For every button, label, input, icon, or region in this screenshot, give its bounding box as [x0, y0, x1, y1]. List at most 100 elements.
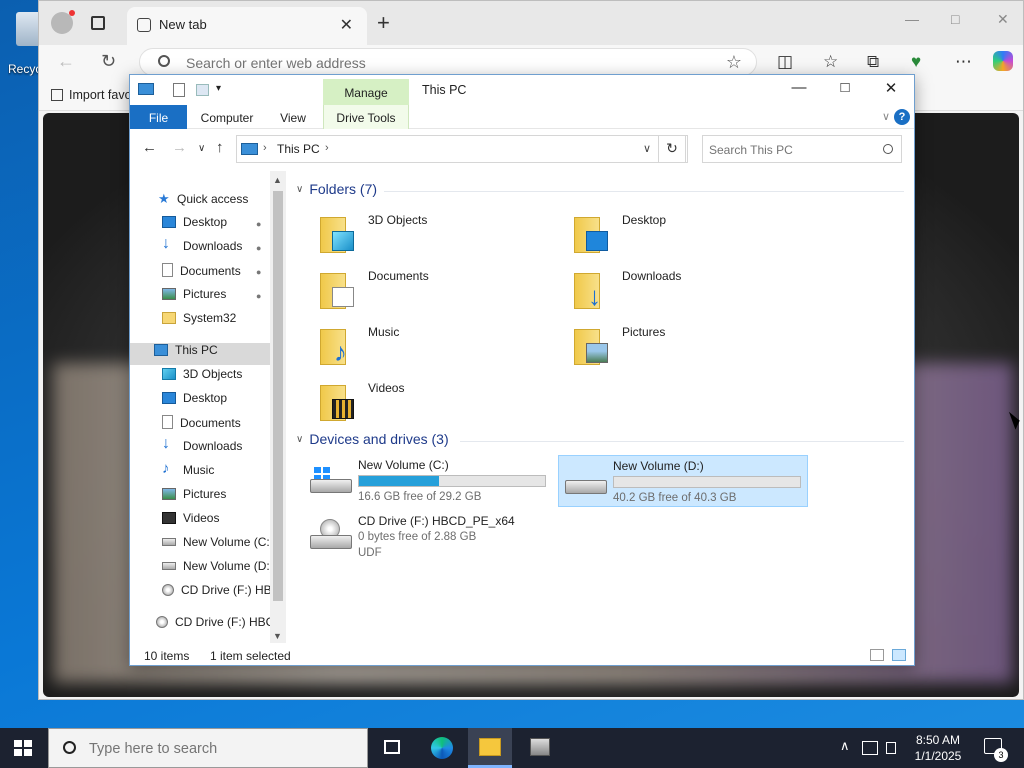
- recent-locations-chevron-icon[interactable]: ∨: [198, 143, 205, 154]
- search-box[interactable]: [702, 135, 902, 163]
- address-bar[interactable]: ☆: [139, 48, 757, 76]
- favorites-icon[interactable]: ☆: [823, 52, 838, 72]
- sidebar-item-documents[interactable]: Documents ●: [162, 263, 286, 285]
- task-view-button[interactable]: [370, 728, 414, 768]
- drive-d[interactable]: New Volume (D:) 40.2 GB free of 40.3 GB: [558, 455, 808, 507]
- drive-c[interactable]: New Volume (C:) 16.6 GB free of 29.2 GB: [304, 455, 554, 507]
- split-screen-icon[interactable]: ◫: [777, 52, 793, 72]
- devices-group-header[interactable]: ∨ Devices and drives (3): [296, 431, 449, 447]
- folder-pictures[interactable]: Pictures: [558, 323, 798, 369]
- setup-taskbar-button[interactable]: [518, 728, 562, 768]
- browser-back-button[interactable]: ←: [57, 51, 75, 72]
- import-icon: [51, 89, 63, 101]
- tab-drive-tools[interactable]: Drive Tools: [323, 105, 409, 129]
- explorer-minimize-button[interactable]: —: [776, 79, 822, 103]
- properties-icon[interactable]: [173, 83, 185, 97]
- start-button[interactable]: [14, 740, 32, 756]
- network-icon[interactable]: [862, 741, 878, 755]
- edge-taskbar-button[interactable]: [420, 728, 464, 768]
- sidebar-item-volume-c[interactable]: New Volume (C:): [162, 535, 270, 557]
- breadcrumb-separator[interactable]: ›: [263, 142, 267, 154]
- folder-3d-objects[interactable]: 3D Objects: [304, 211, 544, 257]
- address-input[interactable]: [186, 53, 706, 73]
- folder-music[interactable]: Music: [304, 323, 544, 369]
- navigation-pane: ★Quick access Desktop● Downloads● Docume…: [130, 171, 286, 643]
- taskbar-search-box[interactable]: [48, 728, 368, 768]
- breadcrumb-this-pc[interactable]: This PC: [277, 142, 320, 156]
- more-options-icon[interactable]: ⋯: [955, 52, 972, 72]
- scroll-up-icon[interactable]: ▲: [273, 175, 282, 185]
- sidebar-item-music[interactable]: Music: [162, 463, 286, 485]
- sidebar-item-volume-d[interactable]: New Volume (D:): [162, 559, 270, 581]
- forward-arrow-icon[interactable]: →: [172, 139, 187, 156]
- scroll-down-icon[interactable]: ▼: [273, 631, 282, 641]
- sidebar-item-cd-drive-root[interactable]: CD Drive (F:) HBCD_PE_x64: [156, 615, 270, 637]
- tab-close-icon[interactable]: ✕: [340, 15, 353, 35]
- file-explorer-taskbar-button[interactable]: [468, 728, 512, 768]
- sidebar-item-pc-documents[interactable]: Documents: [162, 415, 286, 437]
- up-arrow-icon[interactable]: ↑: [216, 139, 224, 156]
- new-folder-icon[interactable]: [196, 84, 209, 96]
- collections-icon[interactable]: ⧉: [867, 52, 879, 72]
- explorer-maximize-button[interactable]: □: [822, 79, 868, 103]
- show-hidden-icons-chevron-icon[interactable]: ∧: [840, 738, 850, 754]
- sidebar-item-videos[interactable]: Videos: [162, 511, 286, 533]
- new-tab-button[interactable]: +: [377, 10, 390, 36]
- import-favorites-link[interactable]: Import favo: [51, 88, 132, 102]
- sidebar-item-pc-desktop[interactable]: Desktop: [162, 391, 286, 413]
- customize-qat-chevron-icon[interactable]: ▾: [216, 83, 221, 94]
- sidebar-item-system32[interactable]: System32: [162, 311, 286, 333]
- folder-downloads[interactable]: Downloads: [558, 267, 798, 313]
- folder-documents[interactable]: Documents: [304, 267, 544, 313]
- details-view-icon[interactable]: [870, 649, 884, 661]
- folder-desktop[interactable]: Desktop: [558, 211, 798, 257]
- sidebar-item-downloads[interactable]: Downloads●: [162, 239, 286, 261]
- search-input[interactable]: [709, 141, 869, 159]
- tab-view[interactable]: View: [270, 105, 316, 129]
- sidebar-item-desktop[interactable]: Desktop ●: [162, 215, 286, 237]
- browser-close-button[interactable]: ✕: [997, 11, 1009, 28]
- profile-icon[interactable]: [51, 10, 75, 34]
- breadcrumb-separator[interactable]: ›: [325, 142, 329, 154]
- address-history-chevron-icon[interactable]: ∨: [643, 142, 651, 155]
- sidebar-item-quick-access[interactable]: ★ Quick access: [158, 191, 286, 213]
- sidebar-item-cd-drive[interactable]: CD Drive (F:) HBCD_PE_x64: [162, 583, 270, 605]
- recycle-bin-icon[interactable]: Recycle Bin: [0, 4, 42, 76]
- add-favorite-star-icon[interactable]: ☆: [726, 52, 742, 73]
- browser-refresh-button[interactable]: ↻: [101, 51, 116, 72]
- tab-actions-icon[interactable]: [91, 16, 105, 30]
- expand-ribbon-chevron-icon[interactable]: ∨: [882, 110, 890, 123]
- system-clock[interactable]: 8:50 AM 1/1/2025: [906, 732, 970, 764]
- browser-minimize-button[interactable]: —: [905, 11, 919, 27]
- large-icons-view-icon[interactable]: [892, 649, 906, 661]
- folder-videos[interactable]: Videos: [304, 379, 544, 425]
- search-icon: [158, 55, 170, 67]
- back-arrow-icon[interactable]: ←: [142, 139, 157, 156]
- browser-maximize-button[interactable]: □: [951, 11, 959, 27]
- sidebar-item-pictures[interactable]: Pictures ●: [162, 287, 286, 309]
- navpane-scrollbar[interactable]: ▲ ▼: [270, 171, 286, 643]
- help-icon[interactable]: ?: [894, 109, 910, 125]
- refresh-button[interactable]: ↻: [658, 135, 686, 163]
- sidebar-item-pc-downloads[interactable]: Downloads: [162, 439, 286, 461]
- taskbar-search-input[interactable]: [89, 739, 349, 759]
- sidebar-item-3d-objects[interactable]: 3D Objects: [162, 367, 286, 389]
- navigation-row: ← → ∨ ↑ › This PC › ∨ ↻: [130, 133, 914, 165]
- pin-icon: ●: [256, 291, 262, 301]
- browser-essentials-icon[interactable]: ♥: [911, 52, 921, 72]
- sidebar-item-this-pc[interactable]: This PC: [130, 343, 270, 365]
- explorer-close-button[interactable]: ✕: [868, 79, 914, 103]
- pictures-icon: [162, 488, 176, 500]
- folders-group-header[interactable]: ∨ Folders (7): [296, 181, 377, 197]
- tab-computer[interactable]: Computer: [192, 105, 262, 129]
- tab-new-tab[interactable]: New tab ✕: [127, 7, 367, 45]
- scroll-thumb[interactable]: [273, 191, 283, 601]
- drive-icon: [162, 562, 176, 570]
- volume-muted-icon[interactable]: [886, 742, 896, 754]
- copilot-icon[interactable]: [993, 51, 1013, 71]
- drive-f[interactable]: CD Drive (F:) HBCD_PE_x64 0 bytes free o…: [304, 511, 554, 573]
- sidebar-item-pc-pictures[interactable]: Pictures: [162, 487, 286, 509]
- address-breadcrumb[interactable]: › This PC › ∨: [236, 135, 688, 163]
- tab-file[interactable]: File: [130, 105, 187, 129]
- 3d-objects-icon: [162, 368, 176, 380]
